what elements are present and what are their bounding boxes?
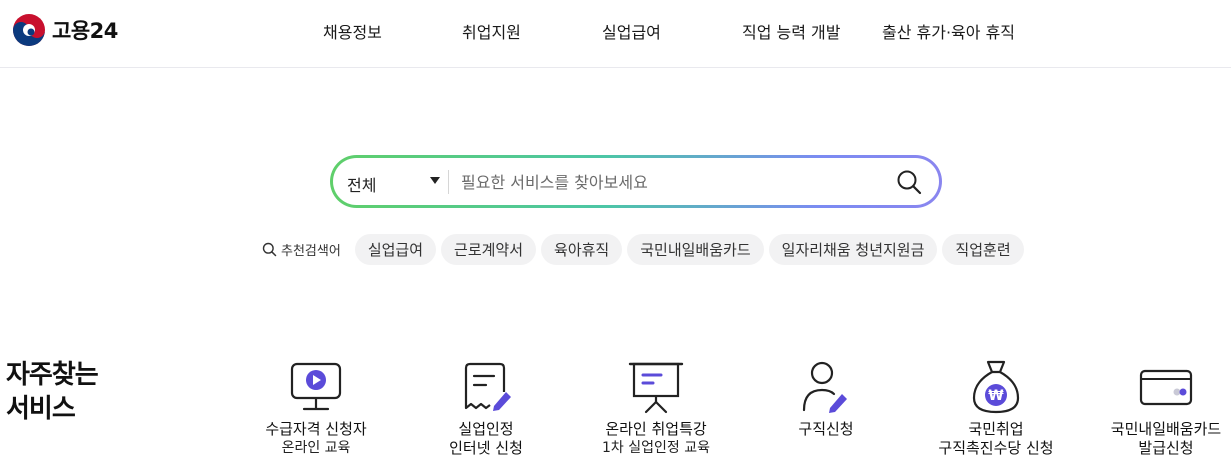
top-header: 고용24 채용정보 취업지원 실업급여 직업 능력 개발 출산 휴가·육아 휴직 (0, 0, 1231, 68)
nav-item-unemployment-benefits[interactable]: 실업급여 (602, 19, 661, 43)
search-small-icon (262, 242, 277, 256)
search-divider (448, 170, 449, 194)
search-icon[interactable] (895, 168, 923, 196)
recommended-label-text: 추천검색어 (281, 243, 341, 259)
search-bar: 전체 (330, 155, 942, 208)
service-job-application[interactable]: 구직신청 (741, 358, 911, 439)
frequent-services-title: 자주찾는 서비스 (6, 358, 99, 426)
service-line1: 국민내일배움카드 (1110, 420, 1222, 438)
video-monitor-icon (290, 362, 342, 411)
service-unemployment-recognition[interactable]: 실업인정 인터넷 신청 (401, 358, 571, 458)
chip-learning-card[interactable]: 국민내일배움카드 (627, 233, 764, 265)
frequent-title-line2: 서비스 (6, 394, 76, 424)
service-online-education[interactable]: 수급자격 신청자 온라인 교육 (231, 358, 401, 458)
service-line2: 온라인 교육 (281, 440, 351, 456)
taegeuk-logo-icon (13, 14, 45, 46)
chip-unemployment-benefits[interactable]: 실업급여 (354, 233, 437, 265)
service-line1: 온라인 취업특강 (605, 420, 707, 438)
service-line2: 인터넷 신청 (449, 439, 523, 457)
service-line1: 국민취업 (968, 420, 1024, 438)
service-online-lecture[interactable]: 온라인 취업특강 1차 실업인정 교육 (571, 358, 741, 458)
caret-down-icon[interactable] (430, 177, 440, 184)
nav-item-maternity-parental-leave[interactable]: 출산 휴가·육아 휴직 (882, 19, 1015, 43)
logo[interactable]: 고용24 (12, 13, 118, 47)
service-line2: 구직촉진수당 신청 (938, 439, 1054, 457)
search-input[interactable] (461, 166, 871, 198)
logo-text: 고용24 (52, 19, 118, 43)
service-learning-card-issuance[interactable]: 국민내일배움카드 발급신청 (1081, 358, 1231, 458)
service-line1: 수급자격 신청자 (265, 420, 367, 438)
search-bar-inner: 전체 (333, 158, 939, 205)
chip-labor-contract[interactable]: 근로계약서 (441, 233, 537, 265)
svg-text:₩: ₩ (988, 388, 1004, 404)
service-line2: 1차 실업인정 교육 (602, 440, 710, 456)
recommended-label: 추천검색어 (262, 240, 341, 259)
nav-item-jobs[interactable]: 채용정보 (323, 19, 382, 43)
person-pen-icon (802, 361, 847, 413)
recommended-searches: 추천검색어 실업급여 근로계약서 육아휴직 국민내일배움카드 일자리채움 청년지… (262, 233, 1024, 265)
chip-youth-subsidy[interactable]: 일자리채움 청년지원금 (768, 233, 938, 265)
nav-item-job-skills[interactable]: 직업 능력 개발 (742, 19, 841, 43)
presentation-board-icon (628, 362, 684, 414)
chip-vocational-training[interactable]: 직업훈련 (942, 233, 1024, 265)
frequent-title-line1: 자주찾는 (6, 360, 99, 390)
service-line1: 구직신청 (798, 420, 854, 438)
chip-parental-leave[interactable]: 육아휴직 (541, 233, 623, 265)
document-pen-icon (464, 362, 511, 411)
nav-item-employment-support[interactable]: 취업지원 (462, 19, 521, 43)
search-category-select[interactable]: 전체 (347, 172, 376, 196)
service-line2: 발급신청 (1138, 439, 1194, 457)
service-job-promotion-allowance[interactable]: ₩ 국민취업 구직촉진수당 신청 (911, 358, 1081, 458)
money-bag-icon: ₩ (972, 360, 1020, 414)
card-icon (1139, 369, 1193, 406)
service-line1: 실업인정 (458, 420, 514, 438)
